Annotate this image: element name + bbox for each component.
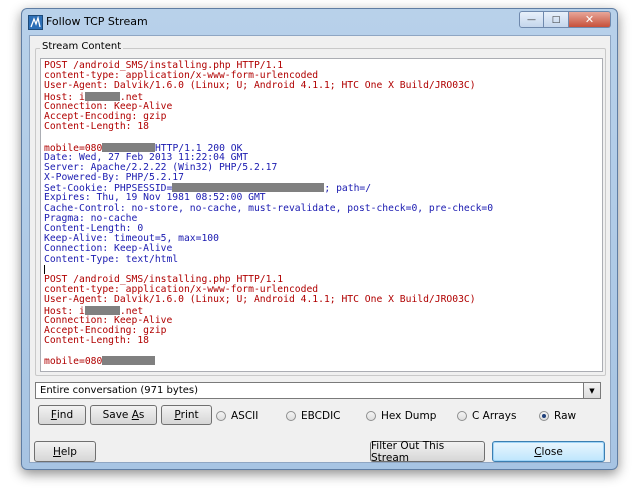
server-text: Content-Type: text/html <box>44 253 179 265</box>
stream-line: mobile=080 <box>44 356 599 368</box>
stream-text: POST /android_SMS/installing.php HTTP/1.… <box>41 59 602 369</box>
format-ebcdic[interactable]: EBCDIC <box>286 408 341 424</box>
stream-line <box>44 346 599 356</box>
stream-content-group: Stream Content POST /android_SMS/install… <box>35 41 606 376</box>
redacted-block <box>84 305 120 315</box>
stream-line: User-Agent: Dalvik/1.6.0 (Linux; U; Andr… <box>44 81 599 91</box>
client-text: User-Agent: Dalvik/1.6.0 (Linux; U; Andr… <box>44 294 476 306</box>
format-ascii[interactable]: ASCII <box>216 408 258 424</box>
radio-ebcdic[interactable] <box>286 411 296 421</box>
filter-out-stream-button[interactable]: Filter Out This Stream <box>370 440 485 464</box>
format-raw[interactable]: Raw <box>539 408 576 424</box>
dialog-client-area: Stream Content POST /android_SMS/install… <box>29 35 611 464</box>
radio-c-arrays[interactable] <box>457 411 467 421</box>
window-controls: — □ ✕ <box>519 11 611 29</box>
client-text: Content-Length: 18 <box>44 335 149 347</box>
text-caret <box>44 264 45 274</box>
server-text: X-Powered-By: PHP/5.2.17 <box>44 172 184 184</box>
server-text: ; path=/ <box>324 183 372 195</box>
follow-tcp-stream-window: Follow TCP Stream — □ ✕ Stream Content P… <box>21 8 618 470</box>
close-window-button[interactable]: ✕ <box>569 11 611 28</box>
minimize-button[interactable]: — <box>519 11 544 28</box>
stream-line: Content-Length: 18 <box>44 122 599 132</box>
redacted-block <box>172 183 325 193</box>
window-title: Follow TCP Stream <box>46 15 148 28</box>
radio-raw[interactable] <box>539 411 549 421</box>
stream-line: User-Agent: Dalvik/1.6.0 (Linux; U; Andr… <box>44 295 599 305</box>
find-button[interactable]: Find <box>38 405 86 425</box>
close-button[interactable]: Close <box>492 441 605 462</box>
dropdown-arrow-icon[interactable]: ▼ <box>583 383 600 398</box>
stream-content-label: Stream Content <box>40 41 124 52</box>
save-as-button[interactable]: Save As <box>90 405 157 425</box>
client-text: Content-Length: 18 <box>44 121 149 133</box>
stream-line: Content-Length: 18 <box>44 335 599 347</box>
maximize-button[interactable]: □ <box>544 11 569 28</box>
radio-hex-dump[interactable] <box>366 411 376 421</box>
stream-line: X-Powered-By: PHP/5.2.17 <box>44 172 599 184</box>
conversation-select-value: Entire conversation (971 bytes) <box>40 385 199 396</box>
conversation-select[interactable]: Entire conversation (971 bytes) ▼ <box>35 382 601 399</box>
redacted-block <box>102 142 155 152</box>
print-button[interactable]: Print <box>161 405 212 425</box>
redacted-block <box>102 356 155 366</box>
format-hex-dump[interactable]: Hex Dump <box>366 408 436 424</box>
wireshark-icon <box>28 15 43 30</box>
stream-text-view[interactable]: POST /android_SMS/installing.php HTTP/1.… <box>40 58 603 372</box>
title-bar[interactable]: Follow TCP Stream — □ ✕ <box>22 9 617 35</box>
client-text: User-Agent: Dalvik/1.6.0 (Linux; U; Andr… <box>44 80 476 92</box>
redacted-block <box>84 91 120 101</box>
radio-ascii[interactable] <box>216 411 226 421</box>
stream-line <box>44 132 599 142</box>
format-c-arrays[interactable]: C Arrays <box>457 408 516 424</box>
stream-line: Content-Type: text/html <box>44 253 599 265</box>
help-button[interactable]: Help <box>34 441 96 462</box>
client-text: mobile=080 <box>44 356 103 368</box>
